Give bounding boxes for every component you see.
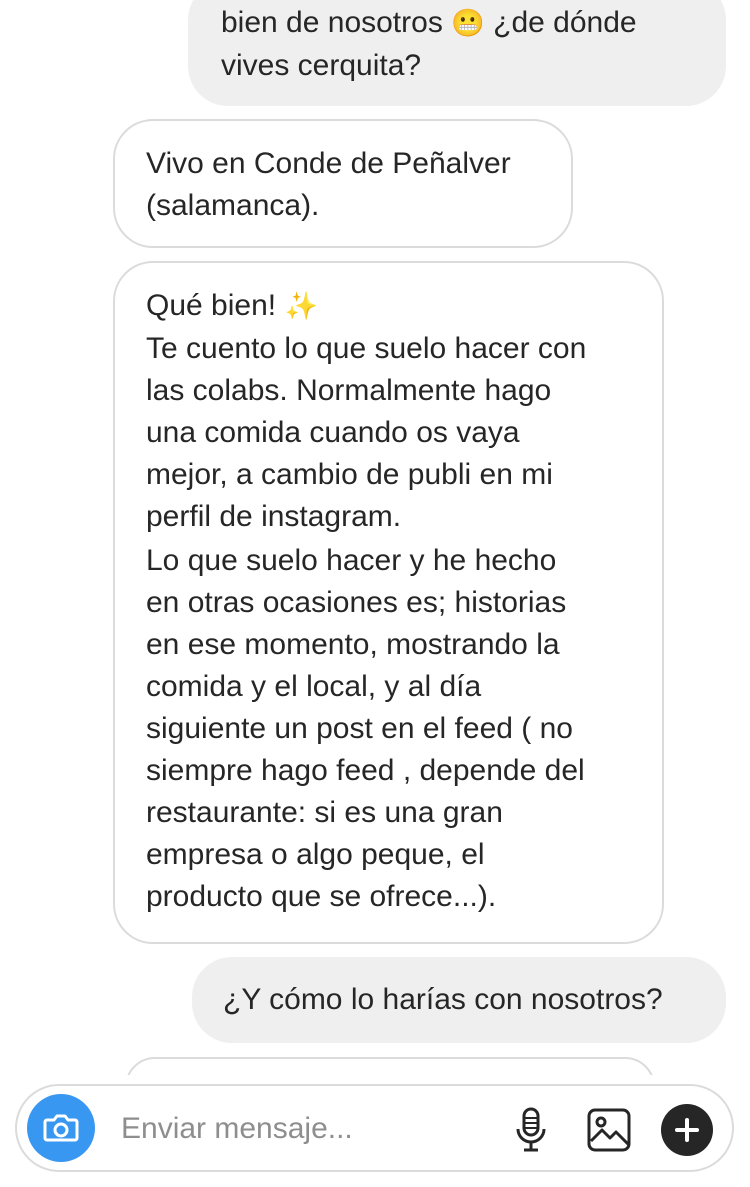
message-text: Vivo en Conde de Peñalver (salamanca).	[146, 147, 511, 222]
message-bubble-sent[interactable]: bien de nosotros 😬 ¿de dónde vives cerqu…	[188, 0, 726, 106]
gallery-button[interactable]	[583, 1104, 635, 1156]
camera-icon	[43, 1114, 79, 1142]
message-bubble-sent[interactable]: ¿Y cómo lo harías con nosotros?	[192, 957, 726, 1043]
message-thread: bien de nosotros 😬 ¿de dónde vives cerqu…	[0, 0, 750, 1075]
message-greeting: Qué bien! ✨	[146, 289, 319, 322]
camera-button[interactable]	[27, 1094, 95, 1162]
message-paragraph: Lo que suelo hacer y he hecho en otras o…	[146, 544, 585, 913]
more-options-button[interactable]	[661, 1104, 713, 1156]
message-paragraph: Te cuento lo que suelo hacer con las col…	[146, 332, 587, 533]
plus-icon	[675, 1118, 699, 1142]
gallery-icon	[587, 1108, 631, 1152]
message-bubble-received[interactable]: Vivo en Conde de Peñalver (salamanca).	[113, 119, 573, 248]
message-input[interactable]	[121, 1108, 481, 1150]
message-bubble-received[interactable]: Qué bien! ✨ Te cuento lo que suelo hacer…	[113, 261, 664, 944]
message-text: ¿Y cómo lo harías con nosotros?	[223, 983, 663, 1016]
message-text: bien de nosotros 😬 ¿de dónde	[221, 6, 637, 39]
sparkles-emoji-icon: ✨	[284, 291, 319, 322]
grimacing-emoji-icon: 😬	[451, 8, 485, 39]
voice-message-button[interactable]	[505, 1104, 557, 1156]
message-bubble-received[interactable]	[125, 1057, 655, 1075]
message-text: vives cerquita?	[221, 49, 422, 82]
microphone-icon	[516, 1107, 546, 1152]
message-composer	[15, 1084, 734, 1172]
